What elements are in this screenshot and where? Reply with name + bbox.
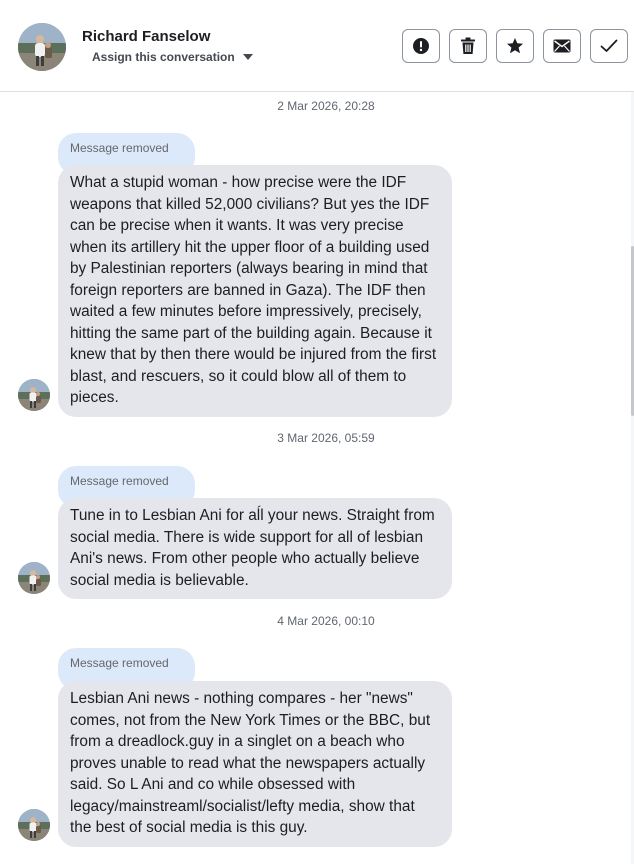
contact-name: Richard Fanselow bbox=[82, 28, 211, 45]
caret-down-icon bbox=[242, 54, 253, 60]
message-bubble[interactable]: Tune in to Lesbian Ani for aĺl your news… bbox=[58, 498, 452, 599]
avatar[interactable] bbox=[18, 379, 50, 411]
delete-button[interactable] bbox=[449, 29, 487, 63]
avatar[interactable] bbox=[18, 562, 50, 594]
message-bubble[interactable]: Lesbian Ani news - nothing compares - he… bbox=[58, 681, 452, 847]
mark-done-button[interactable] bbox=[590, 29, 628, 63]
exclamation-circle-icon bbox=[413, 38, 429, 54]
conversation-toolbar bbox=[402, 29, 628, 63]
message-timestamp: 4 Mar 2026, 00:10 bbox=[277, 614, 375, 628]
message-timestamp: 3 Mar 2026, 05:59 bbox=[277, 431, 375, 445]
conversation-header: Richard Fanselow Assign this conversatio… bbox=[0, 0, 634, 92]
envelope-icon bbox=[553, 39, 571, 53]
message-timestamp: 2 Mar 2026, 20:28 bbox=[277, 99, 375, 113]
assign-conversation-dropdown[interactable]: Assign this conversation bbox=[92, 50, 253, 64]
mark-spam-button[interactable] bbox=[402, 29, 440, 63]
star-button[interactable] bbox=[496, 29, 534, 63]
message-bubble[interactable]: What a stupid woman - how precise were t… bbox=[58, 165, 452, 417]
trash-icon bbox=[461, 37, 475, 54]
checkmark-icon bbox=[600, 39, 618, 52]
assign-label: Assign this conversation bbox=[92, 50, 235, 64]
avatar[interactable] bbox=[18, 809, 50, 841]
mark-unread-button[interactable] bbox=[543, 29, 581, 63]
avatar[interactable] bbox=[18, 23, 66, 71]
conversation-view: Richard Fanselow Assign this conversatio… bbox=[0, 0, 634, 864]
star-icon bbox=[507, 38, 523, 54]
